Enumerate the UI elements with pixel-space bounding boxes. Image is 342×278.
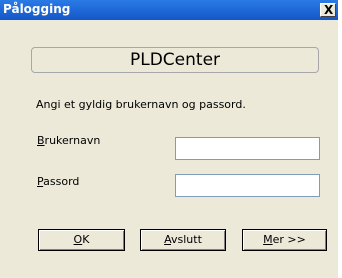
window-title: Pålogging <box>3 2 71 16</box>
instruction-text: Angi et gyldig brukernavn og passord. <box>36 98 246 111</box>
username-field[interactable] <box>175 137 320 160</box>
close-icon: X <box>324 3 334 17</box>
exit-button[interactable]: Avslutt <box>140 229 226 251</box>
more-button[interactable]: Mer >> <box>242 229 327 251</box>
app-name: PLDCenter <box>129 50 221 70</box>
password-label: Passord <box>37 175 80 188</box>
close-button[interactable]: X <box>320 3 336 17</box>
title-bar[interactable]: Pålogging X <box>0 0 338 20</box>
password-field[interactable] <box>175 174 320 197</box>
username-label: Brukernavn <box>37 134 101 147</box>
app-name-banner: PLDCenter <box>31 47 319 73</box>
ok-button[interactable]: OK <box>38 229 125 251</box>
login-dialog: Pålogging X PLDCenter Angi et gyldig bru… <box>0 0 338 278</box>
